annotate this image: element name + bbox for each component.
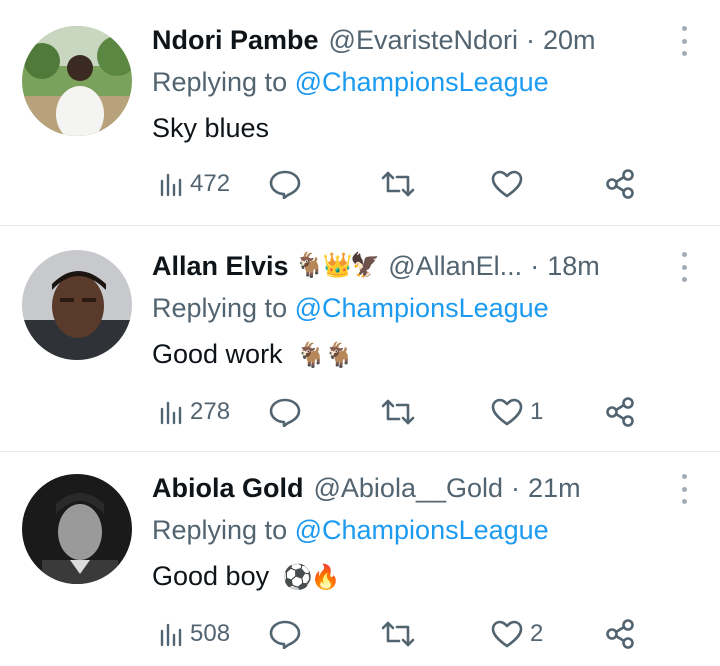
mention-link[interactable]: @ChampionsLeague <box>295 515 549 545</box>
user-handle[interactable]: @EvaristeNdori <box>329 20 518 60</box>
display-name[interactable]: Ndori Pambe <box>152 20 319 60</box>
name-emoji: 🐐👑🦅 <box>294 252 381 279</box>
display-name[interactable]: Allan Elvis <box>152 246 289 286</box>
share-button[interactable] <box>604 164 636 204</box>
avatar[interactable] <box>22 26 132 136</box>
tweet-text-content: Sky blues <box>152 113 270 143</box>
tweet[interactable]: Abiola Gold @Abiola__Gold · 21m Replying… <box>0 452 720 666</box>
reply-button[interactable] <box>268 164 302 204</box>
replying-to: Replying to @ChampionsLeague <box>152 288 650 328</box>
like-button[interactable]: 1 <box>490 392 543 432</box>
share-icon <box>604 618 636 650</box>
retweet-button[interactable] <box>380 164 416 204</box>
like-button[interactable] <box>490 164 530 204</box>
retweet-button[interactable] <box>380 614 416 654</box>
views-button[interactable]: 278 <box>158 392 230 432</box>
replying-label: Replying to <box>152 293 288 323</box>
separator: · <box>530 251 540 281</box>
separator: · <box>511 473 521 503</box>
replying-label: Replying to <box>152 67 288 97</box>
display-name[interactable]: Abiola Gold <box>152 468 304 508</box>
more-icon[interactable] <box>680 252 688 282</box>
like-icon <box>490 169 524 199</box>
views-button[interactable]: 472 <box>158 164 230 204</box>
timestamp[interactable]: 20m <box>543 20 596 60</box>
views-count: 472 <box>190 170 231 197</box>
reply-button[interactable] <box>268 614 302 654</box>
share-button[interactable] <box>604 392 636 432</box>
tweet-text-content: Good work <box>152 339 283 369</box>
tweet-text: Sky blues <box>152 108 650 148</box>
views-icon <box>158 171 184 197</box>
retweet-icon <box>380 169 416 199</box>
user-handle[interactable]: @AllanEl... <box>388 246 522 286</box>
mention-link[interactable]: @ChampionsLeague <box>295 67 549 97</box>
share-icon <box>604 168 636 200</box>
tweet-emoji: ⚽🔥 <box>282 564 341 591</box>
views-button[interactable]: 508 <box>158 614 230 654</box>
tweet-text-content: Good boy <box>152 561 270 591</box>
timestamp[interactable]: 18m <box>547 246 600 286</box>
retweet-button[interactable] <box>380 392 416 432</box>
replying-to: Replying to @ChampionsLeague <box>152 510 650 550</box>
views-count: 508 <box>190 620 231 647</box>
reply-icon <box>268 397 302 427</box>
likes-count: 2 <box>530 620 544 647</box>
tweet-text: Good work 🐐🐐 <box>152 334 650 376</box>
more-icon[interactable] <box>680 474 688 504</box>
like-icon <box>490 397 524 427</box>
replying-to: Replying to @ChampionsLeague <box>152 62 650 102</box>
retweet-icon <box>380 619 416 649</box>
user-handle[interactable]: @Abiola__Gold <box>314 468 504 508</box>
timestamp[interactable]: 21m <box>528 468 581 508</box>
mention-link[interactable]: @ChampionsLeague <box>295 293 549 323</box>
views-count: 278 <box>190 398 231 425</box>
separator: · <box>526 25 536 55</box>
share-button[interactable] <box>604 614 636 654</box>
tweet-emoji: 🐐🐐 <box>296 342 354 369</box>
like-button[interactable]: 2 <box>490 614 543 654</box>
tweet-text: Good boy ⚽🔥 <box>152 556 650 598</box>
views-icon <box>158 399 184 425</box>
share-icon <box>604 396 636 428</box>
tweet[interactable]: Ndori Pambe @EvaristeNdori · 20m Replyin… <box>0 0 720 226</box>
reply-button[interactable] <box>268 392 302 432</box>
likes-count: 1 <box>530 398 544 425</box>
avatar[interactable] <box>22 250 132 360</box>
avatar[interactable] <box>22 474 132 584</box>
reply-icon <box>268 169 302 199</box>
views-icon <box>158 621 184 647</box>
replying-label: Replying to <box>152 515 288 545</box>
retweet-icon <box>380 397 416 427</box>
like-icon <box>490 619 524 649</box>
more-icon[interactable] <box>680 26 688 56</box>
reply-icon <box>268 619 302 649</box>
tweet[interactable]: Allan Elvis 🐐👑🦅 @AllanEl... · 18m Replyi… <box>0 226 720 452</box>
